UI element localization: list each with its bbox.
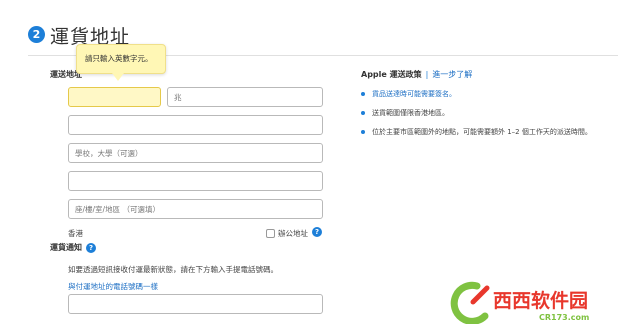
- notification-description: 如要透過短訊接收付運最新狀態，請在下方輸入手提電話號碼。: [68, 265, 278, 274]
- address-line2-field[interactable]: [68, 171, 323, 191]
- notification-help-icon[interactable]: ?: [86, 242, 96, 253]
- policy-bullet: 位於主要市區範圍外的地點，可能需要額外 1–2 個工作天的派送時間。: [361, 127, 592, 137]
- phone-number-field[interactable]: [68, 294, 323, 314]
- policy-bullet-text: 送貨範圍僅限香港地區。: [372, 109, 449, 117]
- school-field[interactable]: 學校，大學（可選）: [68, 143, 323, 163]
- last-name-field[interactable]: 兆: [167, 87, 323, 107]
- policy-separator: |: [425, 70, 429, 79]
- office-address-option[interactable]: 辦公地址: [266, 228, 308, 239]
- same-phone-link[interactable]: 與付運地址的電話號碼一樣: [68, 281, 158, 292]
- office-address-label: 辦公地址: [278, 229, 308, 238]
- watermark-logo-icon: 西西软件园 CR173.com: [450, 281, 589, 325]
- first-name-field[interactable]: [68, 87, 161, 107]
- bullet-dot: [361, 92, 365, 96]
- site-watermark: 西西软件园 CR173.com: [447, 280, 627, 328]
- watermark-text: 西西软件园: [493, 289, 588, 312]
- step-number-badge: 2: [28, 26, 45, 43]
- policy-bullet: 貨品送達時可能需要簽名。: [361, 89, 456, 99]
- tooltip-text: 請只輸入英數字元。: [85, 54, 153, 63]
- office-address-checkbox[interactable]: [266, 229, 275, 238]
- validation-tooltip: 請只輸入英數字元。: [76, 44, 166, 74]
- watermark-url: CR173.com: [539, 313, 589, 322]
- bullet-dot: [361, 130, 365, 134]
- policy-bullet-text: 位於主要市區範圍外的地點，可能需要額外 1–2 個工作天的派送時間。: [372, 128, 592, 136]
- floor-room-field[interactable]: 座/樓/室/地區 （可選填）: [68, 199, 323, 219]
- policy-bullet: 送貨範圍僅限香港地區。: [361, 108, 449, 118]
- bullet-dot: [361, 111, 365, 115]
- tooltip-arrow: [112, 73, 124, 81]
- learn-more-link[interactable]: 進一步了解: [432, 70, 472, 79]
- shipping-policy-header: Apple 運送政策 | 進一步了解: [361, 69, 472, 80]
- notification-label: 運貨通知: [50, 243, 82, 252]
- notification-header: 運貨通知 ?: [50, 242, 96, 253]
- apple-policy-label: Apple 運送政策: [361, 70, 422, 79]
- office-help-icon[interactable]: ?: [312, 227, 322, 237]
- address-line1-field[interactable]: [68, 115, 323, 135]
- policy-bullet-text: 貨品送達時可能需要簽名。: [372, 90, 456, 98]
- region-text: 香港: [68, 229, 83, 238]
